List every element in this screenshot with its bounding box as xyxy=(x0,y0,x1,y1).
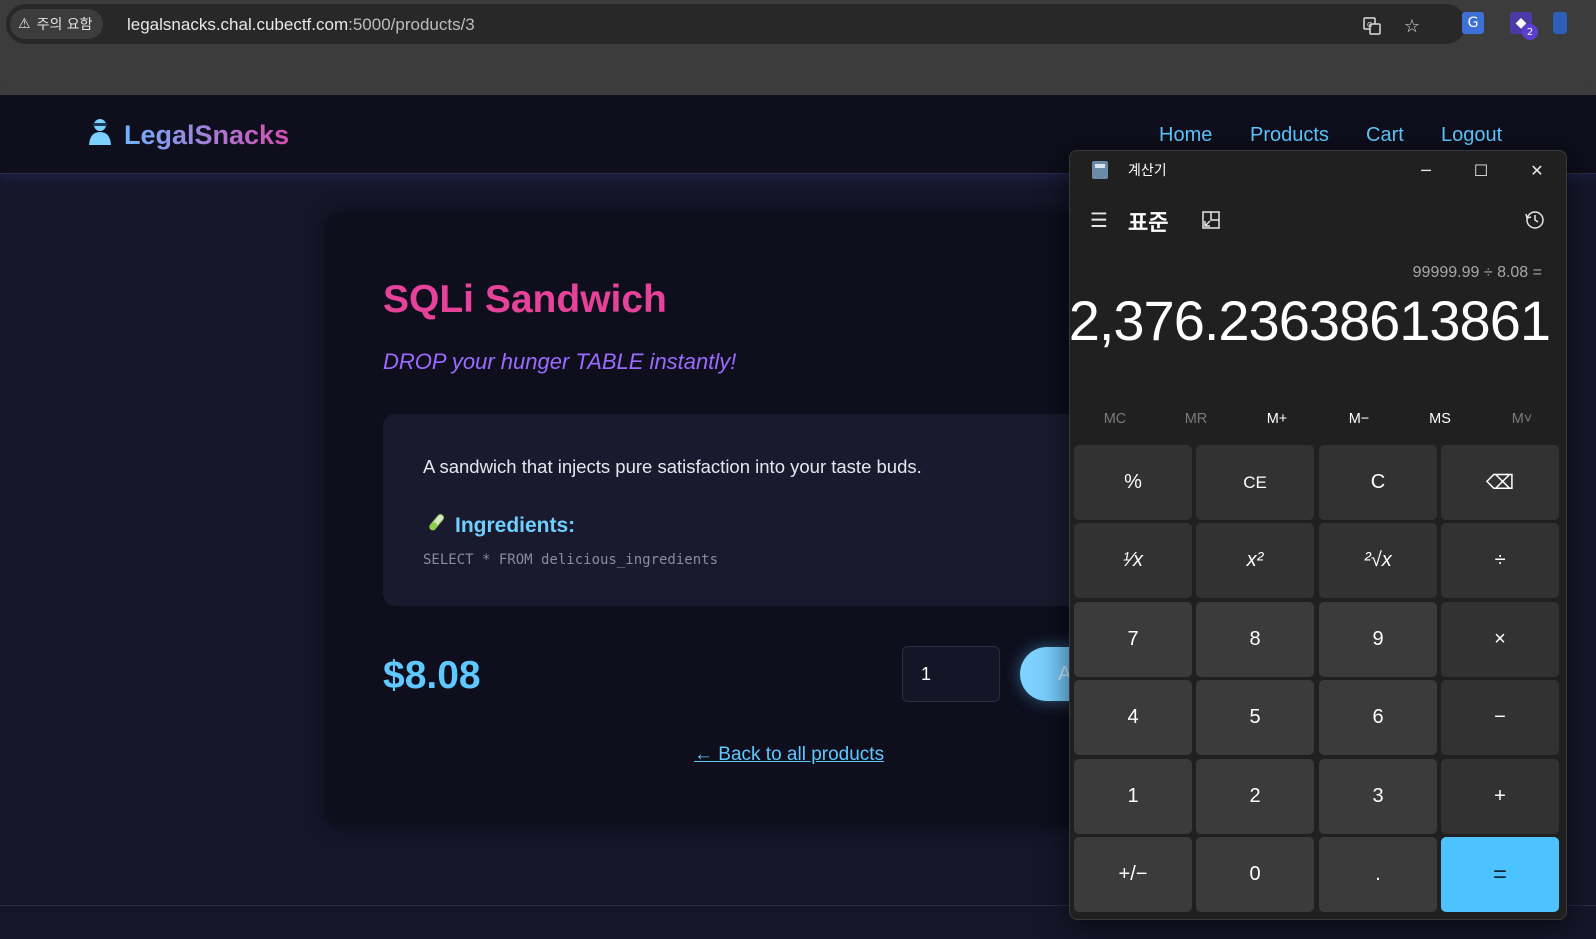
address-bar[interactable]: ⚠ 주의 요함 legalsnacks.chal.cubectf.com:500… xyxy=(6,4,1466,44)
key-square-root[interactable]: ²√x xyxy=(1319,523,1437,598)
ingredients-heading: Ingredients: xyxy=(425,512,575,540)
memory-button-m-minus[interactable]: M− xyxy=(1318,403,1400,435)
memory-button-ms[interactable]: MS xyxy=(1399,403,1481,435)
key-equals[interactable]: = xyxy=(1441,837,1559,912)
key-divide[interactable]: ÷ xyxy=(1441,523,1559,598)
product-tagline: DROP your hunger TABLE instantly! xyxy=(383,349,737,374)
key-clear[interactable]: C xyxy=(1319,445,1437,520)
key-clear-entry[interactable]: CE xyxy=(1196,445,1314,520)
extension-icon-partial[interactable] xyxy=(1553,12,1567,34)
security-label: 주의 요함 xyxy=(36,17,93,33)
close-icon[interactable]: ✕ xyxy=(1517,155,1557,185)
minimize-icon[interactable]: ─ xyxy=(1406,155,1446,185)
key-backspace[interactable]: ⌫ xyxy=(1441,445,1559,520)
calculator-keypad: % CE C ⌫ ¹⁄x x² ²√x ÷ 7 8 9 × 4 5 6− 1 2 3 + +/− 0. = xyxy=(1074,445,1564,915)
keep-on-top-icon[interactable] xyxy=(1200,209,1222,231)
nav-logout[interactable]: Logout xyxy=(1441,124,1502,147)
url-host: legalsnacks.chal.cubectf.com xyxy=(127,15,349,34)
browser-toolbar: ⚠ 주의 요함 legalsnacks.chal.cubectf.com:500… xyxy=(0,0,1596,95)
key-digit-0[interactable]: 0 xyxy=(1196,837,1314,912)
calculator-mode: 표준 xyxy=(1128,211,1169,236)
key-square[interactable]: x² xyxy=(1196,523,1314,598)
key-add[interactable]: + xyxy=(1441,759,1559,834)
url-text[interactable]: legalsnacks.chal.cubectf.com:5000/produc… xyxy=(127,15,475,35)
memory-button-mc[interactable]: MC xyxy=(1074,403,1156,435)
memory-button-list[interactable]: M˅ xyxy=(1481,403,1563,435)
key-digit-2[interactable]: 2 xyxy=(1196,759,1314,834)
key-reciprocal[interactable]: ¹⁄x xyxy=(1074,523,1192,598)
nav-products[interactable]: Products xyxy=(1250,124,1329,147)
nav-home[interactable]: Home xyxy=(1159,124,1212,147)
hamburger-menu-icon[interactable]: ☰ xyxy=(1088,208,1110,232)
bookmark-star-icon[interactable]: ☆ xyxy=(1401,15,1423,37)
memory-buttons-row: MC MR M+ M− MS M˅ xyxy=(1074,403,1564,435)
translate-extension-icon[interactable]: G xyxy=(1462,12,1484,34)
calculator-window: 계산기 ─ ☐ ✕ ☰ 표준 99999.99 ÷ 8.08 = 12,376.… xyxy=(1069,150,1567,920)
warning-icon: ⚠ xyxy=(18,16,31,32)
logo-text: LegalSnacks xyxy=(124,120,290,150)
ingredients-code: SELECT * FROM delicious_ingredients xyxy=(423,552,719,568)
extension-icon[interactable]: ◆ 2 xyxy=(1510,12,1538,40)
quantity-value: 1 xyxy=(921,663,932,684)
key-digit-1[interactable]: 1 xyxy=(1074,759,1192,834)
history-icon[interactable] xyxy=(1524,209,1546,231)
quantity-input[interactable]: 1 xyxy=(902,646,1000,702)
key-digit-5[interactable]: 5 xyxy=(1196,680,1314,755)
back-to-products-link[interactable]: ← Back to all products xyxy=(694,744,884,766)
memory-button-mr[interactable]: MR xyxy=(1155,403,1237,435)
key-digit-7[interactable]: 7 xyxy=(1074,602,1192,677)
product-title: SQLi Sandwich xyxy=(383,278,667,321)
key-digit-6[interactable]: 6 xyxy=(1319,680,1437,755)
calculator-app-icon xyxy=(1092,161,1108,179)
key-multiply[interactable]: × xyxy=(1441,602,1559,677)
test-tube-icon xyxy=(425,512,447,540)
calculator-expression: 99999.99 ÷ 8.08 = xyxy=(1412,264,1542,281)
ingredients-heading-text: Ingredients: xyxy=(455,514,576,537)
key-digit-4[interactable]: 4 xyxy=(1074,680,1192,755)
calculator-result: 12,376.23638613861 xyxy=(1069,289,1551,352)
key-digit-9[interactable]: 9 xyxy=(1319,602,1437,677)
key-decimal[interactable]: . xyxy=(1319,837,1437,912)
key-negate[interactable]: +/− xyxy=(1074,837,1192,912)
nav-cart[interactable]: Cart xyxy=(1366,124,1404,147)
memory-button-m-plus[interactable]: M+ xyxy=(1236,403,1318,435)
key-digit-3[interactable]: 3 xyxy=(1319,759,1437,834)
key-percent[interactable]: % xyxy=(1074,445,1192,520)
site-logo[interactable]: LegalSnacks xyxy=(86,117,289,154)
key-digit-8[interactable]: 8 xyxy=(1196,602,1314,677)
ninja-icon xyxy=(86,117,114,154)
maximize-icon[interactable]: ☐ xyxy=(1461,155,1501,185)
security-warning-chip[interactable]: ⚠ 주의 요함 xyxy=(10,9,103,39)
url-path: :5000/products/3 xyxy=(348,15,475,34)
translate-icon[interactable]: G xyxy=(1361,15,1383,37)
calculator-toolbar: ☰ 표준 xyxy=(1070,199,1566,243)
product-price: $8.08 xyxy=(383,654,481,697)
calculator-title: 계산기 xyxy=(1128,163,1167,179)
product-description: A sandwich that injects pure satisfactio… xyxy=(423,456,922,477)
calculator-titlebar[interactable]: 계산기 ─ ☐ ✕ xyxy=(1070,151,1566,189)
extension-badge: 2 xyxy=(1522,24,1538,40)
svg-text:G: G xyxy=(1367,21,1372,29)
key-subtract[interactable]: − xyxy=(1441,680,1559,755)
